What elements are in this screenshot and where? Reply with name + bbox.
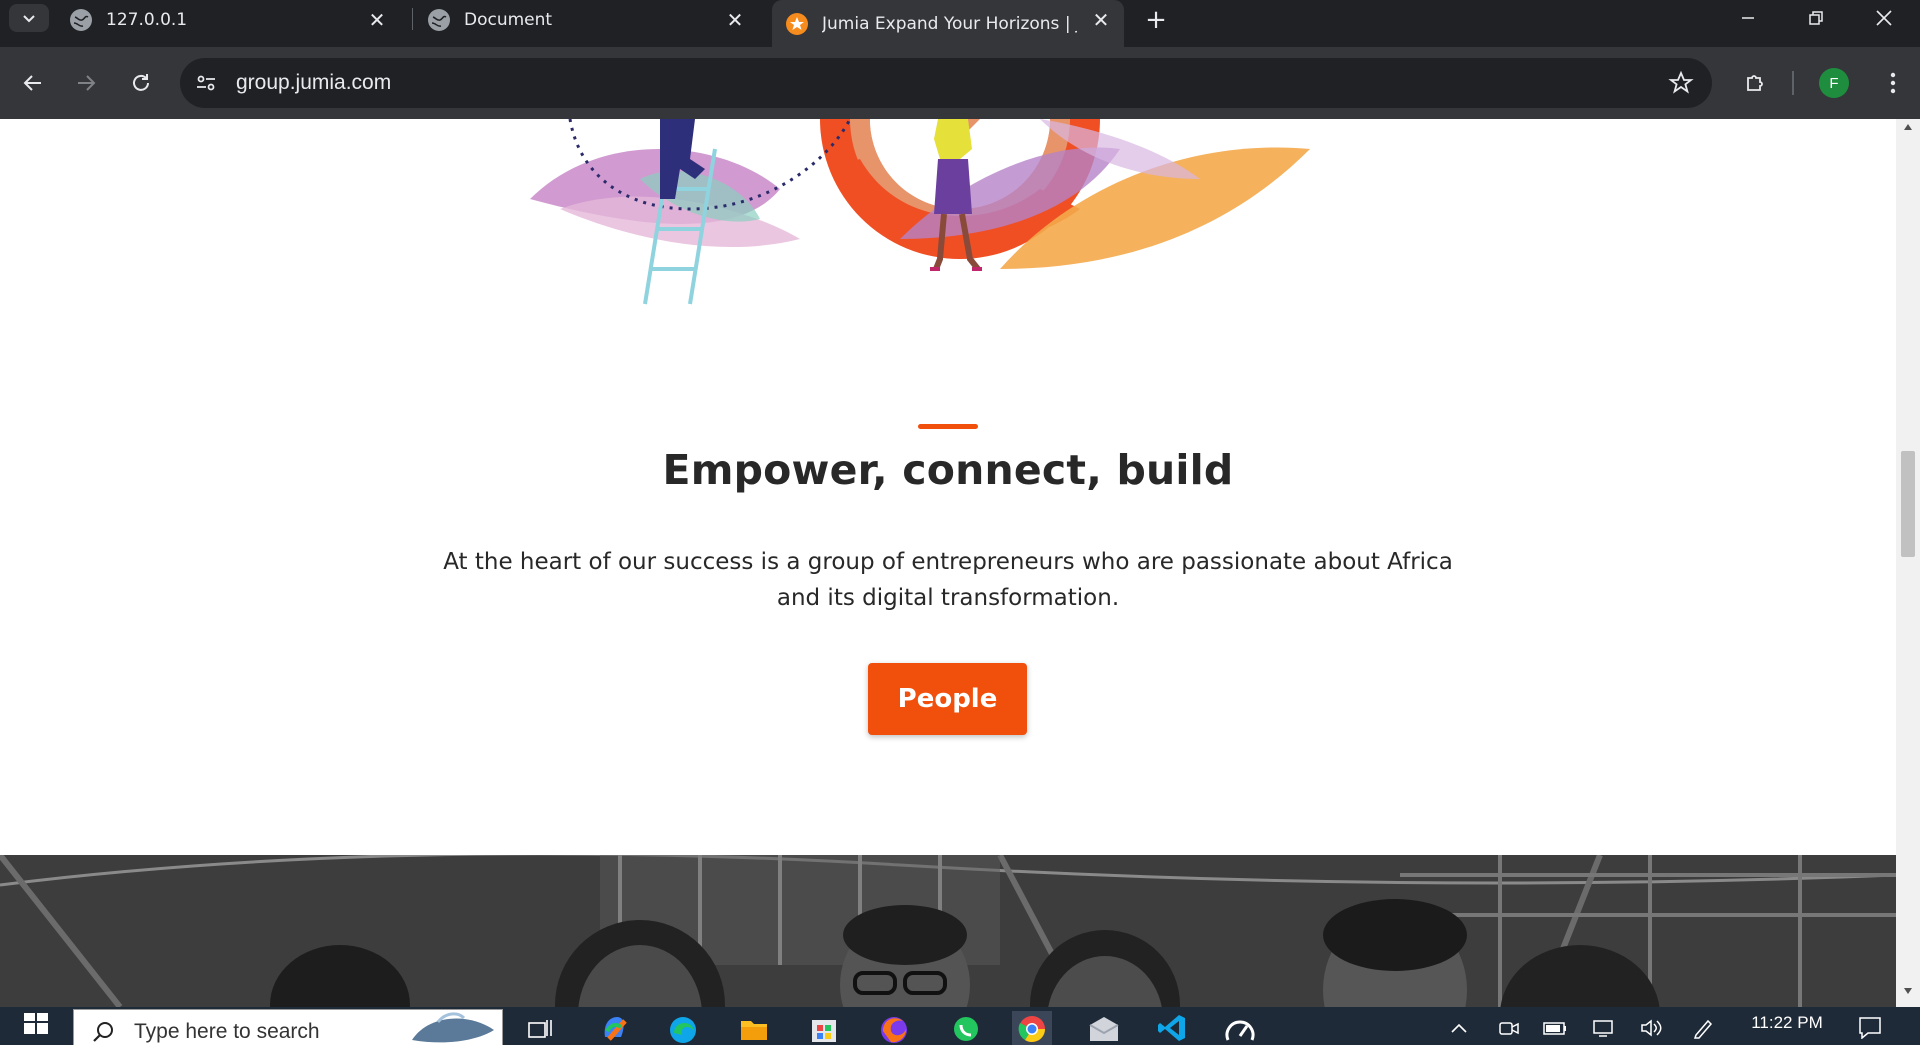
- restore-button[interactable]: [1782, 0, 1850, 36]
- team-photo: [0, 855, 1896, 1007]
- minimize-icon: [1742, 17, 1754, 19]
- tab-title: Jumia Expand Your Horizons | Ju: [822, 13, 1077, 34]
- reload-button[interactable]: [123, 65, 159, 101]
- scroll-up-arrow-icon[interactable]: [1896, 123, 1920, 139]
- search-highlight-whale-icon: [412, 1012, 494, 1043]
- show-hidden-icons-chevron-up-icon[interactable]: [1446, 1015, 1472, 1041]
- scrollbar-thumb[interactable]: [1901, 451, 1915, 557]
- close-icon[interactable]: ✕: [1090, 9, 1112, 31]
- arrow-right-icon: [78, 75, 96, 91]
- section-accent-bar: [918, 424, 978, 429]
- profile-avatar[interactable]: F: [1819, 68, 1849, 98]
- url-text[interactable]: group.jumia.com: [236, 71, 391, 95]
- taskbar-clock[interactable]: 11:22 PM: [1742, 1013, 1832, 1033]
- chrome-icon[interactable]: [1012, 1011, 1052, 1045]
- reload-icon: [133, 74, 149, 91]
- browser-menu-button[interactable]: [1875, 65, 1911, 101]
- section-lead-text: At the heart of our success is a group o…: [443, 549, 1453, 611]
- close-icon[interactable]: ✕: [366, 9, 388, 31]
- tab-search-button[interactable]: [9, 4, 49, 32]
- edge-icon[interactable]: [663, 1011, 703, 1045]
- search-icon: [93, 1022, 113, 1042]
- firefox-icon[interactable]: [874, 1011, 914, 1045]
- puzzle-icon: [1747, 75, 1763, 91]
- copilot-icon[interactable]: [594, 1011, 634, 1045]
- file-explorer-icon[interactable]: [734, 1011, 774, 1045]
- page-viewport: Empower, connect, build At the heart of …: [0, 119, 1896, 1007]
- windows-taskbar: Type here to search 11:22 PM: [0, 1007, 1920, 1045]
- tab-jumia[interactable]: Jumia Expand Your Horizons | Ju ✕: [772, 0, 1124, 47]
- tab-bar: 127.0.0.1 ✕ Document ✕ Jumia Expand Your…: [0, 0, 1920, 47]
- globe-icon: [428, 9, 450, 31]
- pen-icon[interactable]: [1690, 1015, 1716, 1041]
- back-button[interactable]: [15, 65, 51, 101]
- arrow-left-icon: [23, 75, 41, 91]
- extensions-button[interactable]: [1737, 65, 1773, 101]
- vscode-icon[interactable]: [1152, 1011, 1192, 1045]
- tab-title: Document: [464, 10, 553, 30]
- chevron-down-icon: [23, 15, 35, 23]
- close-window-button[interactable]: [1850, 0, 1918, 36]
- network-icon[interactable]: [1590, 1015, 1616, 1041]
- close-icon: [1876, 10, 1892, 26]
- page-scrollbar[interactable]: [1896, 119, 1920, 1007]
- battery-icon[interactable]: [1542, 1015, 1568, 1041]
- jumia-star-icon: [786, 12, 808, 35]
- site-settings-icon[interactable]: [194, 71, 218, 95]
- mail-icon[interactable]: [1084, 1011, 1124, 1045]
- search-placeholder: Type here to search: [134, 1020, 320, 1043]
- new-tab-button[interactable]: +: [1140, 4, 1172, 36]
- people-button[interactable]: People: [868, 663, 1027, 735]
- whatsapp-icon[interactable]: [946, 1011, 986, 1045]
- scroll-down-arrow-icon[interactable]: [1896, 987, 1920, 1003]
- meet-now-icon[interactable]: [1496, 1015, 1522, 1041]
- toolbar-divider: [1792, 71, 1794, 95]
- forward-button[interactable]: [68, 65, 104, 101]
- start-button[interactable]: [0, 1007, 72, 1045]
- hero-illustration: [530, 119, 1310, 305]
- globe-icon: [70, 9, 92, 31]
- close-icon[interactable]: ✕: [724, 9, 746, 31]
- restore-icon: [1809, 11, 1823, 25]
- kebab-menu-icon: [1890, 72, 1896, 94]
- volume-icon[interactable]: [1638, 1015, 1664, 1041]
- address-bar[interactable]: group.jumia.com: [180, 58, 1712, 108]
- windows-logo-icon: [24, 1013, 48, 1034]
- tab-separator: [412, 8, 413, 30]
- notification-center-icon[interactable]: [1857, 1015, 1883, 1041]
- minimize-button[interactable]: [1714, 0, 1782, 36]
- team-photo-image: [0, 855, 1896, 1007]
- tab-title: 127.0.0.1: [106, 10, 188, 30]
- tab-document[interactable]: Document ✕: [428, 0, 758, 40]
- tab-localhost[interactable]: 127.0.0.1 ✕: [70, 0, 400, 40]
- browser-toolbar: group.jumia.com F: [0, 47, 1920, 119]
- bookmark-star-icon[interactable]: [1668, 70, 1694, 96]
- microsoft-store-icon[interactable]: [804, 1011, 844, 1045]
- speedtest-icon[interactable]: [1220, 1011, 1260, 1045]
- task-view-icon[interactable]: [520, 1011, 560, 1045]
- taskbar-search-box[interactable]: Type here to search: [73, 1009, 503, 1045]
- section-heading: Empower, connect, build: [662, 446, 1234, 494]
